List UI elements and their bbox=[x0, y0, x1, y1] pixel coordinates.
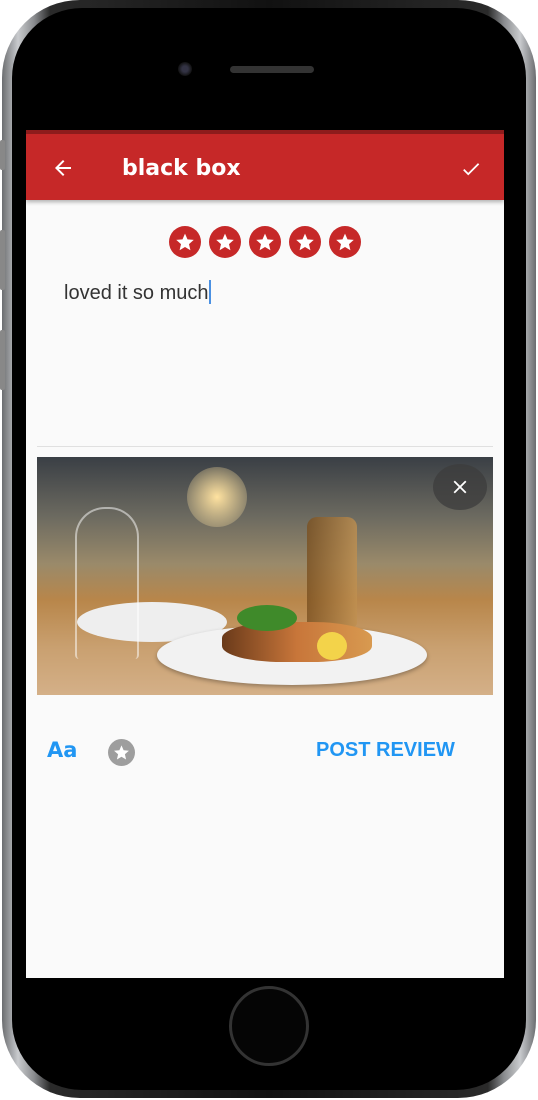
home-button[interactable] bbox=[229, 986, 309, 1066]
star-icon bbox=[114, 745, 129, 760]
screen: black box loved it so much Aa POST REVIE… bbox=[26, 130, 504, 978]
remove-photo-button[interactable] bbox=[433, 464, 487, 510]
star-icon[interactable] bbox=[249, 226, 281, 258]
app-bar: black box bbox=[26, 130, 504, 200]
mute-switch bbox=[0, 140, 5, 170]
star-icon[interactable] bbox=[209, 226, 241, 258]
close-icon bbox=[453, 480, 467, 494]
review-text: loved it so much bbox=[64, 282, 209, 304]
star-icon[interactable] bbox=[329, 226, 361, 258]
camera bbox=[178, 62, 192, 76]
volume-down-button bbox=[0, 330, 5, 390]
rating-stars bbox=[169, 226, 361, 258]
rate-button[interactable] bbox=[108, 739, 135, 766]
attached-photo bbox=[37, 457, 493, 695]
post-review-button[interactable]: POST REVIEW bbox=[316, 739, 455, 762]
review-text-input[interactable]: loved it so much bbox=[64, 280, 211, 305]
arrow-left-icon[interactable] bbox=[50, 156, 76, 180]
volume-up-button bbox=[0, 230, 5, 290]
check-icon[interactable] bbox=[458, 158, 484, 180]
page-title: black box bbox=[122, 156, 241, 181]
text-cursor bbox=[208, 280, 211, 304]
text-format-button[interactable]: Aa bbox=[47, 738, 77, 762]
speaker bbox=[230, 66, 314, 73]
divider bbox=[37, 446, 493, 447]
star-icon[interactable] bbox=[169, 226, 201, 258]
star-icon[interactable] bbox=[289, 226, 321, 258]
